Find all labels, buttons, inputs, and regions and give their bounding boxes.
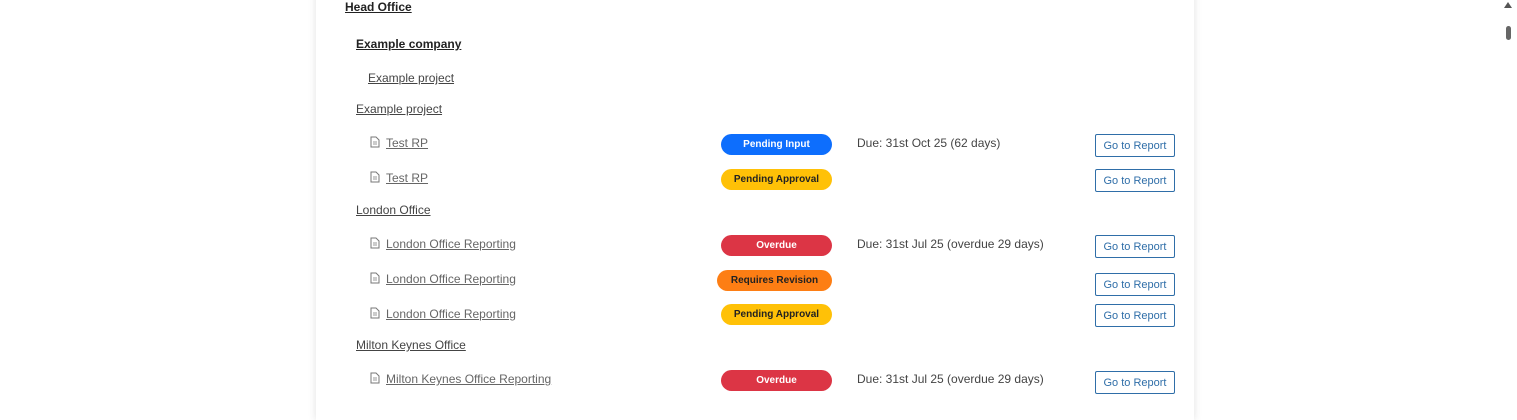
status-badge: Overdue xyxy=(721,370,832,391)
london-office-link[interactable]: London Office xyxy=(356,203,431,217)
go-to-report-button[interactable]: Go to Report xyxy=(1095,169,1175,192)
go-to-report-button[interactable]: Go to Report xyxy=(1095,371,1175,394)
company-link[interactable]: Example company xyxy=(356,37,461,51)
status-badge: Overdue xyxy=(721,235,832,256)
document-icon xyxy=(370,136,380,148)
document-icon xyxy=(370,307,380,319)
document-icon xyxy=(370,237,380,249)
vertical-scrollbar[interactable] xyxy=(1500,0,1517,402)
reports-card xyxy=(316,0,1194,420)
status-badge: Pending Input xyxy=(721,134,832,155)
scroll-thumb[interactable] xyxy=(1506,26,1511,40)
report-link[interactable]: London Office Reporting xyxy=(386,237,516,251)
go-to-report-button[interactable]: Go to Report xyxy=(1095,134,1175,157)
project-link[interactable]: Example project xyxy=(356,102,442,116)
due-date: Due: 31st Oct 25 (62 days) xyxy=(857,136,1001,150)
milton-keynes-office-link[interactable]: Milton Keynes Office xyxy=(356,338,466,352)
go-to-report-button[interactable]: Go to Report xyxy=(1095,235,1175,258)
due-date: Due: 31st Jul 25 (overdue 29 days) xyxy=(857,237,1044,251)
go-to-report-button[interactable]: Go to Report xyxy=(1095,304,1175,327)
status-badge: Pending Approval xyxy=(721,304,832,325)
report-link[interactable]: Test RP xyxy=(386,171,428,185)
report-link[interactable]: Milton Keynes Office Reporting xyxy=(386,372,551,386)
report-link[interactable]: London Office Reporting xyxy=(386,307,516,321)
status-badge: Requires Revision xyxy=(717,270,832,291)
document-icon xyxy=(370,171,380,183)
document-icon xyxy=(370,272,380,284)
head-office-link[interactable]: Head Office xyxy=(345,0,412,14)
scroll-up-arrow-icon[interactable] xyxy=(1504,2,1512,8)
report-link[interactable]: London Office Reporting xyxy=(386,272,516,286)
status-badge: Pending Approval xyxy=(721,169,832,190)
project-link[interactable]: Example project xyxy=(368,71,454,85)
go-to-report-button[interactable]: Go to Report xyxy=(1095,273,1175,296)
report-link[interactable]: Test RP xyxy=(386,136,428,150)
due-date: Due: 31st Jul 25 (overdue 29 days) xyxy=(857,372,1044,386)
document-icon xyxy=(370,372,380,384)
